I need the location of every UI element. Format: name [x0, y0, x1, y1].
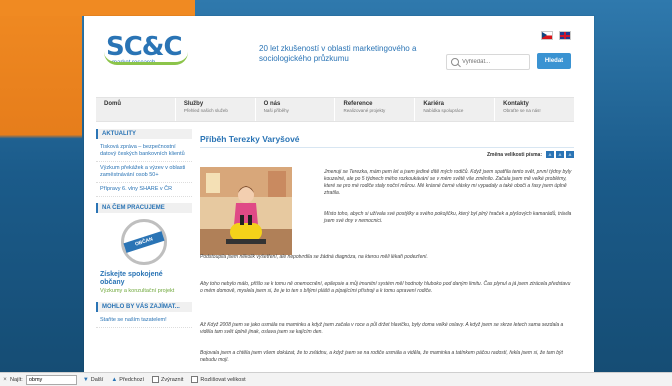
- orange-background-band: [0, 0, 82, 385]
- article-paragraph: Jmenuji se Terezka, mám pem let a jsem j…: [324, 169, 572, 196]
- find-next-label: Další: [90, 376, 104, 383]
- find-previous-button[interactable]: ▲ Předchozí: [111, 377, 144, 383]
- nav-item-services[interactable]: Služby Přehled našich služeb: [176, 98, 256, 121]
- main-navigation: Domů Služby Přehled našich služeb O nás …: [96, 97, 574, 122]
- highlight-label: Zvýraznit: [161, 376, 184, 383]
- nav-title: Reference: [343, 101, 373, 107]
- nav-item-about[interactable]: O nás Naši příběhy: [256, 98, 336, 121]
- match-case-toggle[interactable]: Rozlišovat velikost: [191, 376, 246, 383]
- find-previous-label: Předchozí: [119, 376, 145, 383]
- working-heading: NA ČEM PRACUJEME: [96, 203, 192, 213]
- font-size-label: Změna velikosti písma:: [486, 151, 542, 158]
- search-box[interactable]: [446, 54, 530, 70]
- match-case-label: Rozlišovat velikost: [200, 376, 246, 383]
- site-logo[interactable]: SC&C market research: [104, 34, 246, 74]
- obcan-badge[interactable]: OBČAN: [109, 219, 179, 271]
- find-next-button[interactable]: ▼ Další: [83, 377, 103, 383]
- font-smaller-button[interactable]: A: [546, 151, 554, 158]
- article-paragraph: Místo toho, abych si užívala své postýlk…: [324, 211, 572, 224]
- search-input[interactable]: [462, 59, 522, 65]
- article-photo: [200, 167, 292, 255]
- nav-item-references[interactable]: Reference Realizované projekty: [335, 98, 416, 121]
- article-paragraph: Až Když 2008 jsem se jako usmála na mami…: [200, 322, 564, 335]
- arrow-down-icon: ▼: [82, 376, 89, 383]
- orange-top-band: [0, 0, 195, 16]
- font-larger-button[interactable]: A: [566, 151, 574, 158]
- nav-item-home[interactable]: Domů: [96, 98, 176, 121]
- sidebar: AKTUALITY Tisková zpráva – bezpečnostní …: [96, 129, 192, 330]
- nav-title: O nás: [263, 101, 281, 107]
- highlight-all-toggle[interactable]: Zvýraznit: [152, 376, 183, 383]
- language-switcher: [541, 31, 571, 40]
- news-link[interactable]: Výzkum překážek a výzev v oblasti zaměst…: [96, 164, 192, 183]
- photo-girl-on-hopper-icon: [200, 167, 292, 255]
- search-icon: [451, 58, 459, 66]
- article-paragraph: Bojovala jsem a chtěla jsem všem dokázat…: [200, 350, 563, 363]
- nav-title: Domů: [104, 101, 121, 107]
- news-heading: AKTUALITY: [96, 129, 192, 139]
- site-tagline: 20 let zkušeností v oblasti marketingové…: [259, 44, 417, 63]
- web-page: SC&C market research 20 let zkušeností v…: [84, 16, 594, 372]
- czech-flag-icon[interactable]: [541, 31, 553, 40]
- nav-title: Služby: [183, 101, 204, 107]
- article-title: Příběh Terezky Varyšové: [200, 134, 574, 148]
- news-link[interactable]: Přípravy 6. vlny SHARE v ČR: [96, 185, 192, 197]
- font-size-control: Změna velikosti písma: A A A: [487, 151, 574, 158]
- interest-heading: MOHLO BY VÁS ZAJÍMAT...: [96, 302, 192, 312]
- nav-item-career[interactable]: Kariéra Nabídka spolupráce: [415, 98, 496, 121]
- promo-subtitle: Výzkumy a konzultační projekt: [100, 288, 175, 294]
- nav-title: Kariéra: [423, 101, 444, 107]
- highlight-checkbox[interactable]: [152, 376, 160, 383]
- logo-swoosh: [104, 52, 188, 65]
- search-button[interactable]: Hledat: [537, 53, 571, 69]
- interest-link[interactable]: Staňte se naším tazatelem!: [96, 316, 192, 328]
- article-paragraph: Aby toho nebylo málo, přišlo se k tomu n…: [200, 281, 571, 294]
- browser-find-bar: × Najít: ▼Další ▲Předchozí Zvýraznit Roz…: [0, 372, 672, 386]
- article-paragraph: Podstoupila jsem několik vyšetření, ale …: [200, 254, 428, 260]
- english-flag-icon[interactable]: [559, 31, 571, 40]
- nav-subtitle: Realizované projekty: [343, 108, 386, 113]
- find-input[interactable]: [25, 374, 77, 385]
- nav-item-contacts[interactable]: Kontakty Obraťte se na nás!: [495, 98, 574, 121]
- close-find-icon[interactable]: ×: [0, 377, 10, 383]
- nav-subtitle: Naši příběhy: [263, 108, 289, 113]
- find-label: Najít:: [10, 376, 23, 383]
- arrow-up-icon: ▲: [111, 376, 118, 383]
- article: Příběh Terezky Varyšové Změna velikosti …: [200, 134, 574, 363]
- nav-subtitle: Nabídka spolupráce: [423, 108, 464, 113]
- font-normal-button[interactable]: A: [556, 151, 564, 158]
- news-link[interactable]: Tisková zpráva – bezpečnostní datový čes…: [96, 143, 192, 162]
- nav-subtitle: Přehled našich služeb: [183, 108, 228, 113]
- promo-title[interactable]: Získejte spokojené občany: [96, 271, 192, 287]
- nav-title: Kontakty: [503, 101, 529, 107]
- match-case-checkbox[interactable]: [191, 376, 199, 383]
- nav-subtitle: Obraťte se na nás!: [503, 108, 541, 113]
